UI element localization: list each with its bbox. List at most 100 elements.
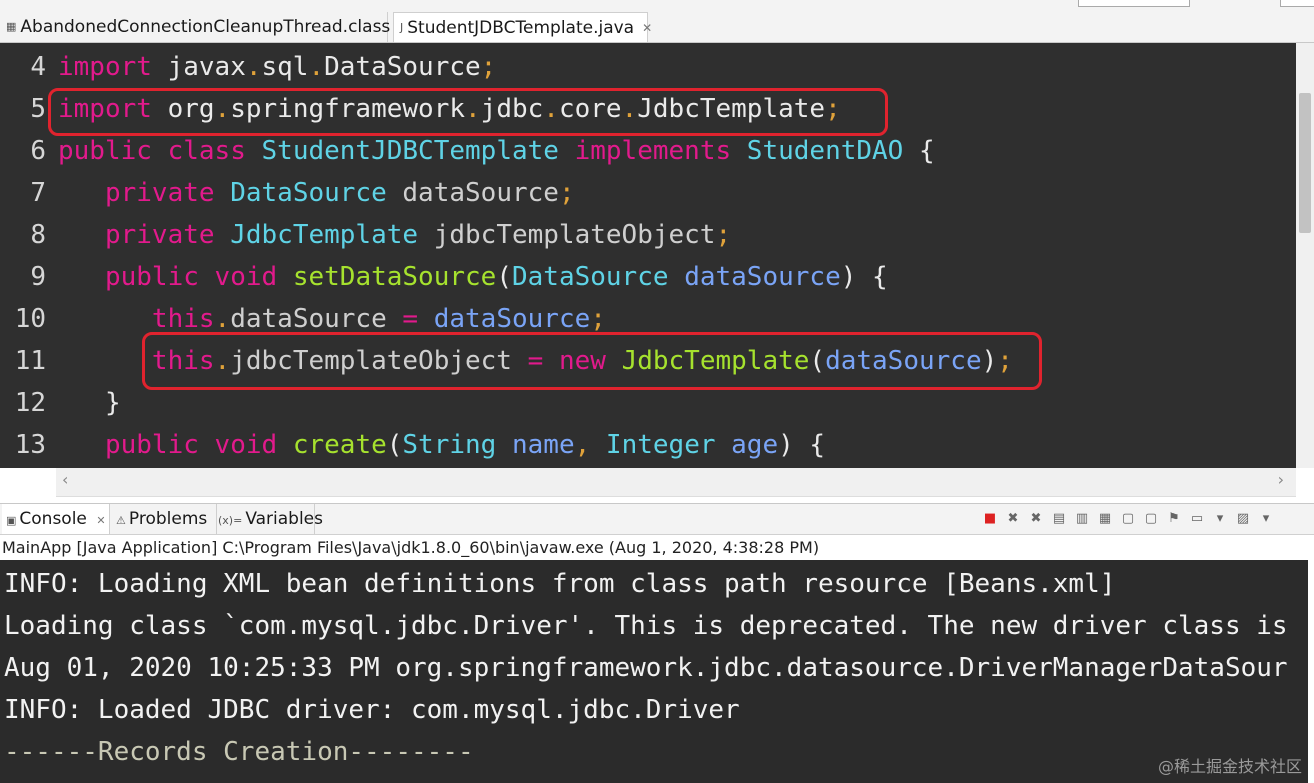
code-text: import javax.sql.DataSource; xyxy=(58,46,496,88)
tab-console[interactable]: ▣ Console ✕ xyxy=(2,504,110,534)
code-token: ) { xyxy=(840,262,888,292)
code-token: sql xyxy=(261,52,309,82)
code-text: } xyxy=(58,382,121,424)
line-number: 9 xyxy=(30,262,46,292)
word-wrap-icon[interactable]: ▦ xyxy=(1097,511,1113,527)
line-number: 10 xyxy=(14,304,46,334)
java-file-icon: J xyxy=(400,20,404,34)
code-token: ; xyxy=(480,52,497,82)
line-number: 7 xyxy=(30,178,46,208)
clear-console-icon[interactable]: ▤ xyxy=(1051,511,1067,527)
code-token: import xyxy=(58,52,152,82)
code-text: private JdbcTemplate jdbcTemplateObject; xyxy=(58,214,731,256)
code-token: private xyxy=(104,220,215,250)
code-token: public xyxy=(58,136,152,166)
code-token: DataSource xyxy=(511,262,669,292)
code-text: public void setDataSource(DataSource dat… xyxy=(58,256,888,298)
code-text: public void create(String name, Integer … xyxy=(58,424,825,466)
tab-label: AbandonedConnectionCleanupThread.class xyxy=(20,17,391,37)
vertical-scrollbar[interactable] xyxy=(1296,43,1314,468)
close-icon[interactable]: ✕ xyxy=(642,21,652,35)
show-on-stdout-icon[interactable]: ▢ xyxy=(1120,511,1136,527)
console-output[interactable]: INFO: Loading XML bean definitions from … xyxy=(0,560,1314,783)
remove-all-icon[interactable]: ✖ xyxy=(1028,511,1044,527)
code-token: jdbcTemplateObject xyxy=(433,220,716,250)
view-menu-icon[interactable]: ▾ xyxy=(1258,511,1274,527)
panel-tab-bar: ▣ Console ✕ ⚠ Problems (x)= Variables ■ ✖ ✖… xyxy=(0,503,1314,535)
code-token: DataSource xyxy=(324,52,481,82)
code-token: . xyxy=(308,52,325,82)
tab-problems[interactable]: ⚠ Problems xyxy=(114,504,217,534)
tab-label: Console xyxy=(19,509,87,529)
scrollbar-thumb[interactable] xyxy=(1299,93,1311,233)
close-icon[interactable]: ✕ xyxy=(96,514,105,527)
remove-launch-icon[interactable]: ✖ xyxy=(1005,511,1021,527)
line-number: 12 xyxy=(14,388,46,418)
watermark: @稀土掘金技术社区 xyxy=(1157,757,1302,776)
code-token: void xyxy=(214,262,278,292)
code-token: dataSource xyxy=(433,304,591,334)
class-file-icon: ▦ xyxy=(6,20,17,33)
line-number: 13 xyxy=(14,430,46,460)
console-line: Aug 01, 2020 10:25:33 PM org.springframe… xyxy=(4,653,1288,683)
console-line: Loading class `com.mysql.jdbc.Driver'. T… xyxy=(4,611,1288,641)
code-token: . xyxy=(245,52,262,82)
code-token: private xyxy=(104,178,215,208)
scroll-lock-icon[interactable]: ▥ xyxy=(1074,511,1090,527)
open-console-icon[interactable]: ▨ xyxy=(1235,511,1251,527)
scroll-left-icon[interactable]: ‹ xyxy=(62,470,68,489)
code-token: setDataSource xyxy=(292,262,497,292)
show-on-stderr-icon[interactable]: ▢ xyxy=(1143,511,1159,527)
code-text: private DataSource dataSource; xyxy=(58,172,575,214)
tab-student-jdbc-template[interactable]: J StudentJDBCTemplate.java ✕ xyxy=(393,12,652,42)
tab-label: StudentJDBCTemplate.java xyxy=(407,17,635,38)
highlight-box-jdbc-template xyxy=(142,332,1042,390)
console-line: INFO: Loading XML bean definitions from … xyxy=(4,569,1116,599)
chevron-down-icon[interactable]: ▾ xyxy=(1212,511,1228,527)
code-token: ( xyxy=(386,430,403,460)
code-token: , xyxy=(574,430,591,460)
line-number: 4 xyxy=(30,52,46,82)
terminate-icon[interactable]: ■ xyxy=(982,511,998,527)
tab-variables[interactable]: (x)= Variables xyxy=(218,504,323,534)
tab-label: Problems xyxy=(128,509,208,529)
horizontal-scrollbar[interactable]: ‹ › xyxy=(56,468,1296,497)
code-token: } xyxy=(58,388,121,418)
code-token: dataSource xyxy=(402,178,559,208)
pin-console-icon[interactable]: ⚑ xyxy=(1166,511,1182,527)
console-icon: ▣ xyxy=(6,514,17,527)
console-scrollbar[interactable] xyxy=(1308,560,1314,783)
tab-label: Variables xyxy=(245,509,323,529)
code-token: public xyxy=(104,262,199,292)
code-token: ; xyxy=(558,178,575,208)
console-line: ------Records Creation-------- xyxy=(4,737,474,767)
variables-icon: (x)= xyxy=(218,514,243,527)
display-console-icon[interactable]: ▭ xyxy=(1189,511,1205,527)
tab-abandoned-connection-class[interactable]: ▦ AbandonedConnectionCleanupThread.class xyxy=(0,12,391,42)
code-token: void xyxy=(214,430,278,460)
code-token: class xyxy=(167,136,246,166)
code-token: . xyxy=(214,304,231,334)
quick-access-field[interactable] xyxy=(1078,0,1190,7)
perspective-switcher[interactable] xyxy=(1280,0,1314,7)
code-token: ) { xyxy=(778,430,826,460)
code-token: public xyxy=(104,430,199,460)
code-token: ; xyxy=(715,220,732,250)
scroll-right-icon[interactable]: › xyxy=(1278,470,1284,489)
code-token: = xyxy=(402,304,419,334)
